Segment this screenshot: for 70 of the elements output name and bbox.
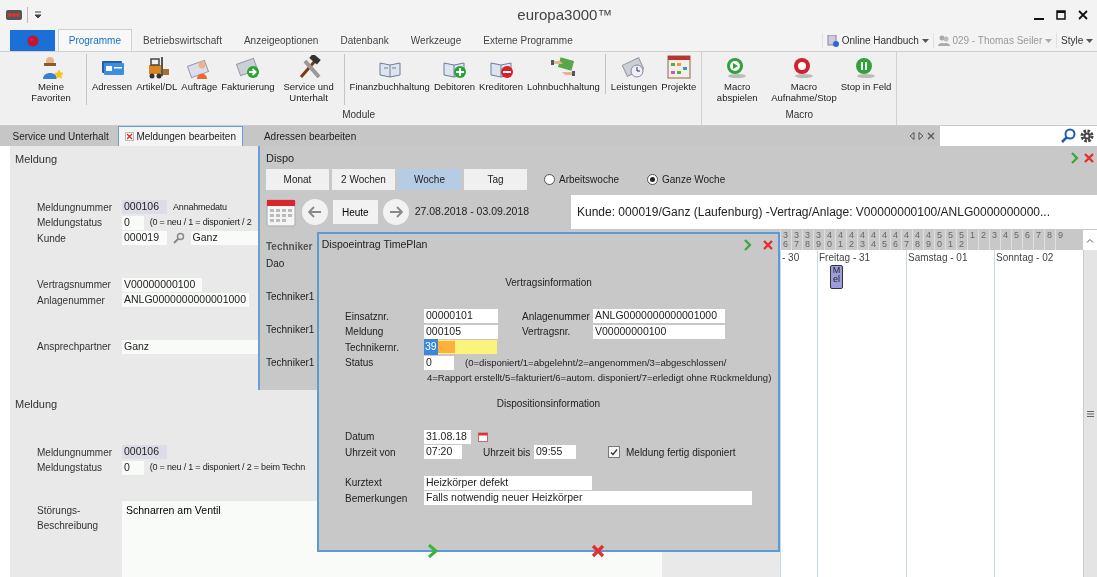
hour-label: 2	[978, 230, 989, 250]
checkbox-label: Meldung fertig disponiert	[626, 445, 736, 460]
day-header: - 30	[781, 251, 801, 265]
hour-label: 41	[835, 230, 846, 250]
hour-label: 38	[802, 230, 813, 250]
dialog-title: Dispoeintrag TimePlan	[321, 236, 428, 252]
field-label: Bemerkungen	[345, 491, 409, 506]
field-label: Ansprechpartner	[37, 340, 112, 355]
section-heading: Vertragsinformation	[504, 275, 593, 290]
day-header: Freitag - 31	[818, 251, 872, 265]
field-label: Uhrzeit bis	[483, 445, 532, 460]
hint-text: (0 = neu / 1 = disponiert / 2	[149, 216, 252, 229]
hour-label: 46	[890, 230, 901, 250]
group-label: Macro	[784, 108, 815, 123]
info-text: Kunde: 000019/Ganz (Laufenburg) -Vertrag/Anlage: V00000000100/ANLG0000000000...	[571, 195, 1097, 230]
hour-label: 51	[945, 230, 956, 250]
hour-label: 49	[923, 230, 934, 250]
hint-text: 4=Rapport erstellt/5=fakturiert/6=autom. disponiert/7=erledigt ohne Rückmeldung)	[427, 371, 772, 386]
hour-label: 40	[824, 230, 835, 250]
hint-text: (0 = neu / 1 = disponiert / 2 = beim Techn	[149, 461, 305, 474]
hint-text: Annahmedatu	[173, 200, 227, 214]
field-label: Vertragsnummer	[37, 278, 112, 293]
hour-label: 47	[901, 230, 912, 250]
technician-name: Techniker1	[266, 290, 315, 305]
field-label: Meldungstatus	[37, 216, 104, 231]
hour-label: 1	[967, 230, 978, 250]
hour-label: 4	[1000, 230, 1011, 250]
field-label: Einsatznr.	[345, 309, 390, 324]
hour-label: 42	[846, 230, 857, 250]
field-label: Datum	[345, 430, 376, 445]
hour-label: 39	[813, 230, 824, 250]
hour-label: 9	[1055, 230, 1066, 250]
technician-name: Dao	[266, 257, 285, 272]
section-title: Meldung	[15, 152, 58, 167]
group-label: Module	[341, 108, 376, 123]
hour-label: 43	[857, 230, 868, 250]
field-label: Anlagenummer	[37, 293, 106, 308]
panel-title: Dispo	[266, 151, 295, 166]
hour-label: 5	[1011, 230, 1022, 250]
hour-label: 7	[1033, 230, 1044, 250]
technician-name: Techniker1	[266, 356, 315, 371]
hour-label: 37	[791, 230, 802, 250]
field-label: Meldungnummer	[37, 200, 114, 215]
hour-label: 44	[868, 230, 879, 250]
field-label: Uhrzeit von	[345, 445, 397, 460]
field-label: Meldung	[345, 325, 385, 340]
column-header: Techniker	[266, 240, 313, 255]
section-heading: Dispositionsinformation	[495, 397, 602, 411]
field-label: Status	[345, 356, 375, 371]
section-title: Meldung	[15, 397, 58, 412]
date-range: 27.08.2018 - 03.09.2018	[414, 204, 530, 220]
field-label: Vertragsnr.	[522, 325, 572, 340]
field-label: Meldungstatus	[37, 461, 104, 476]
hour-label: 48	[912, 230, 923, 250]
field-label: Störungs-Beschreibung	[37, 503, 100, 533]
window-title: europa3000™	[516, 4, 614, 25]
day-header: Samstag - 01	[907, 251, 969, 265]
technician-name: Techniker1	[266, 323, 315, 338]
day-header: Sonntag - 02	[995, 251, 1055, 265]
field-label: Kurztext	[345, 476, 383, 491]
hour-label: 50	[934, 230, 945, 250]
field-label: Meldungnummer	[37, 445, 114, 460]
hour-label: 52	[956, 230, 967, 250]
hour-label: 8	[1044, 230, 1055, 250]
hour-label: 6	[1022, 230, 1033, 250]
hint-text: (0=disponiert/1=abgelehnt/2=angenommen/3=abgeschlossen/	[465, 355, 727, 370]
field-label: Kunde	[37, 231, 67, 246]
field-label: Anlagenummer	[522, 309, 591, 324]
hour-label: 3	[989, 230, 1000, 250]
hour-label: 45	[879, 230, 890, 250]
